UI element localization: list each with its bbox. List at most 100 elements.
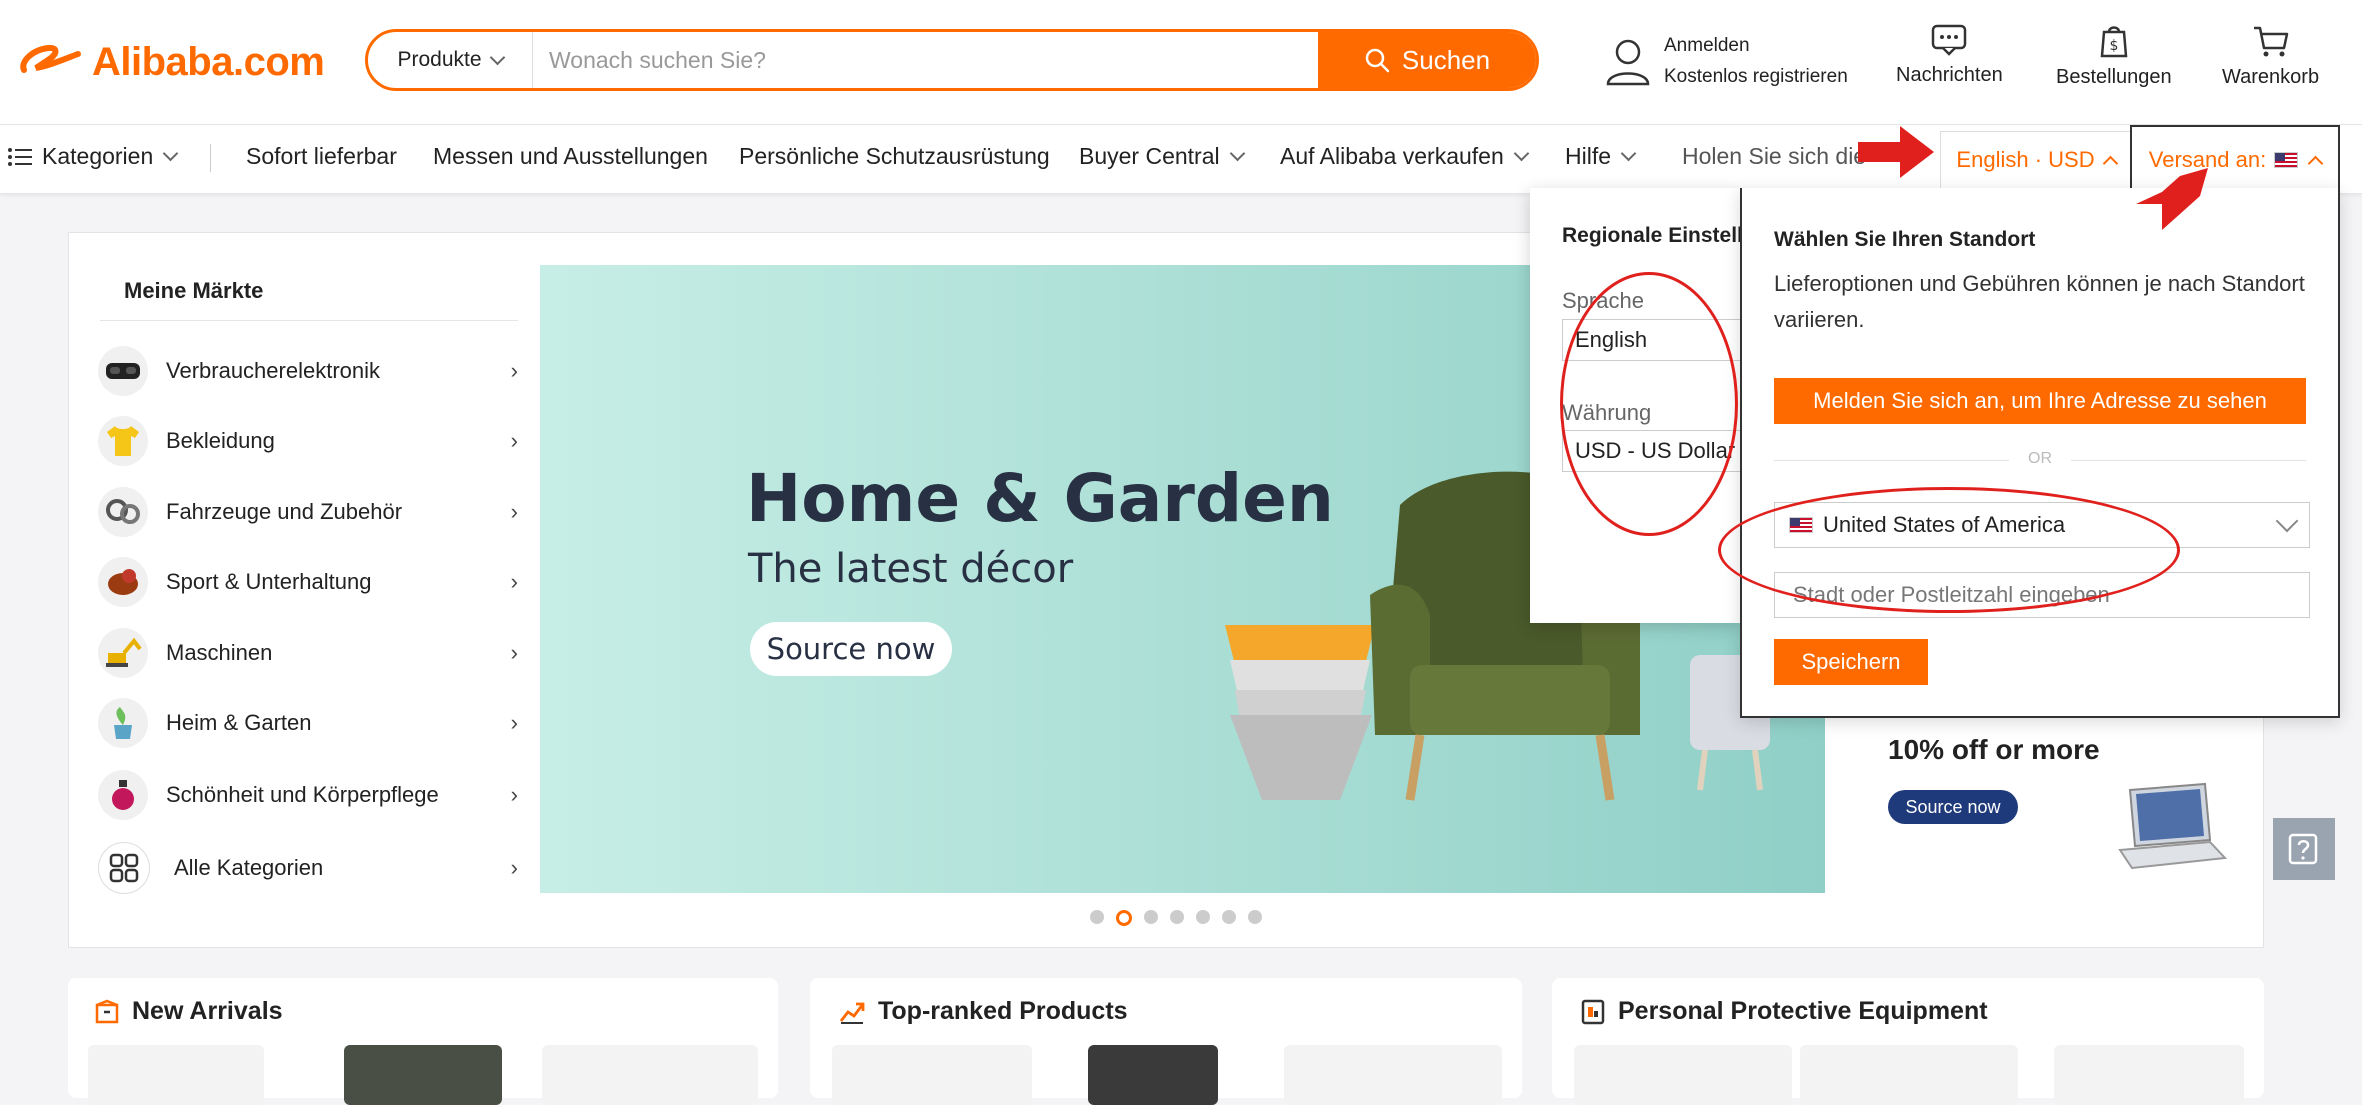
market-item-label: Bekleidung — [166, 428, 275, 453]
search-input[interactable] — [533, 32, 1318, 88]
messages-button[interactable]: Nachrichten — [1896, 24, 2003, 87]
product-thumbnail[interactable] — [344, 1045, 502, 1105]
car-parts-icon — [98, 487, 148, 537]
nav-item-ppe[interactable]: Persönliche Schutzausrüstung — [739, 143, 1050, 170]
grid-icon — [98, 842, 150, 894]
language-label: Sprache — [1562, 288, 1644, 313]
box-icon — [95, 999, 119, 1023]
carousel-dot[interactable] — [1196, 910, 1210, 924]
banner-title: Home & Garden — [746, 460, 1334, 537]
market-item-machinery[interactable]: Maschinen › — [98, 625, 518, 681]
nav-item-label: Auf Alibaba verkaufen — [1280, 143, 1504, 169]
product-thumbnail[interactable] — [88, 1045, 264, 1105]
market-item-label: Schönheit und Körperpflege — [166, 782, 439, 807]
nav-item-ready-to-ship[interactable]: Sofort lieferbar — [246, 143, 397, 170]
carousel-dot[interactable] — [1222, 910, 1236, 924]
nav-item-buyer-central[interactable]: Buyer Central — [1079, 143, 1245, 170]
product-thumbnail[interactable] — [832, 1045, 1032, 1105]
banner-subtitle: The latest décor — [748, 546, 1074, 592]
orders-label: Bestellungen — [2056, 66, 2172, 88]
help-icon — [2288, 833, 2318, 865]
product-thumbnail[interactable] — [542, 1045, 758, 1105]
product-thumbnail[interactable] — [1574, 1045, 1792, 1105]
nav-item-trade-shows[interactable]: Messen und Ausstellungen — [433, 143, 708, 170]
section-title-label: Personal Protective Equipment — [1618, 997, 1988, 1025]
search-button[interactable]: Suchen — [1318, 32, 1536, 88]
account-menu[interactable]: Anmelden Kostenlos registrieren — [1604, 30, 1848, 92]
perfume-icon — [98, 770, 148, 820]
search-category-label: Produkte — [397, 48, 482, 71]
section-title-new-arrivals[interactable]: New Arrivals — [94, 997, 283, 1026]
chevron-up-icon — [2102, 155, 2118, 171]
chevron-right-icon: › — [510, 358, 518, 383]
cart-label: Warenkorb — [2222, 66, 2320, 88]
market-item-label: Heim & Garten — [166, 710, 312, 735]
annotation-arrow-icon — [1858, 126, 1934, 178]
chevron-right-icon: › — [510, 640, 518, 665]
chevron-down-icon — [1513, 145, 1530, 162]
market-item-vehicles[interactable]: Fahrzeuge und Zubehör › — [98, 484, 518, 540]
product-thumbnail[interactable] — [2054, 1045, 2244, 1105]
section-title-top-ranked[interactable]: Top-ranked Products — [838, 997, 1128, 1026]
nav-item-help[interactable]: Hilfe — [1565, 143, 1637, 170]
currency-select[interactable]: USD - US Dollar — [1562, 430, 1740, 472]
chevron-right-icon: › — [510, 782, 518, 807]
currency-label: Währung — [1562, 400, 1652, 425]
or-divider: OR — [1774, 450, 2306, 468]
country-select[interactable]: United States of America — [1774, 502, 2310, 548]
market-item-home-garden[interactable]: Heim & Garten › — [98, 695, 518, 751]
cart-button[interactable]: Warenkorb — [2222, 24, 2319, 89]
chevron-right-icon: › — [510, 428, 518, 453]
product-thumbnail[interactable] — [1088, 1045, 1218, 1105]
orders-button[interactable]: $ Bestellungen — [2056, 24, 2172, 89]
nav-item-get-app[interactable]: Holen Sie sich die — [1682, 143, 1866, 170]
carousel-dot[interactable] — [1248, 910, 1262, 924]
help-float-button[interactable] — [2273, 818, 2335, 880]
shirt-icon — [98, 416, 148, 466]
carousel-dot[interactable] — [1144, 910, 1158, 924]
market-item-beauty[interactable]: Schönheit und Körperpflege › — [98, 767, 518, 823]
categories-menu[interactable]: Kategorien — [8, 143, 179, 170]
market-item-label: Verbraucherelektronik — [166, 358, 381, 383]
product-thumbnail[interactable] — [1284, 1045, 1502, 1105]
nav-divider — [210, 144, 211, 172]
categories-label: Kategorien — [42, 143, 154, 169]
us-flag-icon — [2274, 152, 2299, 168]
section-title-ppe[interactable]: Personal Protective Equipment — [1580, 997, 1988, 1026]
market-item-all-categories[interactable]: Alle Kategorien › — [98, 840, 518, 896]
market-item-label: Maschinen — [166, 640, 273, 665]
carousel-dot[interactable] — [1090, 910, 1104, 924]
city-zip-input[interactable] — [1774, 572, 2310, 618]
search-category-select[interactable]: Produkte — [368, 32, 533, 88]
product-thumbnail[interactable] — [1800, 1045, 2018, 1105]
ship-to-dropdown: Wählen Sie Ihren Standort Lieferoptionen… — [1740, 188, 2340, 718]
language-select[interactable]: English — [1562, 319, 1740, 361]
language-currency-label: English · USD — [1956, 147, 2095, 172]
signin-link[interactable]: Anmelden — [1664, 30, 1848, 61]
market-item-label: Fahrzeuge und Zubehör — [166, 499, 403, 524]
ship-to-description: Lieferoptionen und Gebühren können je na… — [1774, 271, 2305, 332]
chevron-down-icon — [1620, 145, 1637, 162]
promo-title: 10% off or more — [1888, 734, 2100, 765]
market-item-apparel[interactable]: Bekleidung › — [98, 413, 518, 469]
country-value: United States of America — [1823, 512, 2066, 537]
chevron-right-icon: › — [510, 499, 518, 524]
markets-title: Meine Märkte — [124, 278, 264, 303]
signin-to-see-address-button[interactable]: Melden Sie sich an, um Ihre Adresse zu s… — [1774, 378, 2306, 424]
save-button[interactable]: Speichern — [1774, 639, 1928, 685]
us-flag-icon — [1789, 517, 1813, 533]
register-link[interactable]: Kostenlos registrieren — [1664, 61, 1848, 92]
market-item-label: Alle Kategorien — [174, 855, 324, 880]
promo-source-now-button[interactable]: Source now — [1888, 790, 2018, 824]
nav-item-sell[interactable]: Auf Alibaba verkaufen — [1280, 143, 1530, 170]
vr-headset-icon — [98, 346, 148, 396]
alibaba-logo[interactable]: Alibaba.com — [18, 34, 325, 90]
banner-source-now-button[interactable]: Source now — [750, 622, 952, 676]
carousel-dot[interactable] — [1170, 910, 1184, 924]
carousel-dot-active[interactable] — [1116, 910, 1132, 926]
market-item-sports[interactable]: Sport & Unterhaltung › — [98, 554, 518, 610]
language-currency-selector[interactable]: English · USD — [1940, 131, 2132, 188]
market-item-electronics[interactable]: Verbraucherelektronik › — [98, 343, 518, 399]
search-bar: Produkte Suchen — [365, 29, 1539, 91]
annotation-arrow-icon — [2136, 168, 2208, 230]
